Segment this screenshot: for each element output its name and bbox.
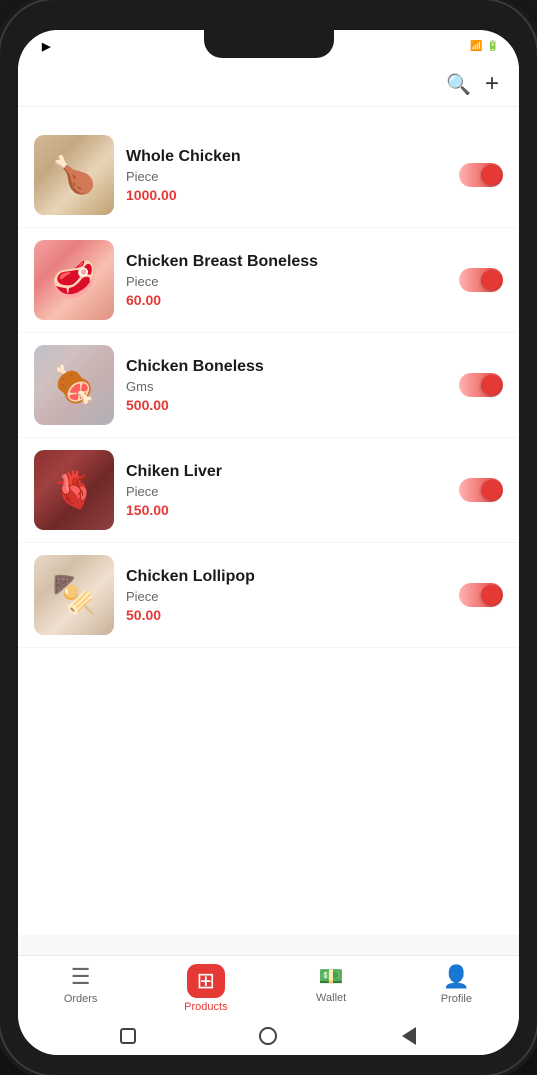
product-toggle-container (459, 373, 503, 397)
nav-icon-orders: ☰ (71, 964, 91, 990)
nav-icon-profile: 👤 (443, 964, 470, 990)
product-toggle[interactable] (459, 268, 503, 292)
product-info: Whole Chicken Piece 1000.00 (126, 148, 447, 203)
app-header: 🔍 + (18, 58, 519, 107)
product-image: 🍗 (34, 135, 114, 215)
product-image: 🥩 (34, 240, 114, 320)
food-image-icon: 🍗 (34, 135, 114, 215)
product-toggle-container (459, 478, 503, 502)
product-unit: Piece (126, 484, 447, 499)
list-spacer (18, 935, 519, 955)
product-item: 🍖 Chicken Boneless Gms 500.00 (18, 333, 519, 438)
system-home-button[interactable] (257, 1025, 279, 1047)
nav-icon-products: ⊞ (197, 968, 215, 993)
product-info: Chicken Boneless Gms 500.00 (126, 358, 447, 413)
nav-label-products: Products (184, 1001, 227, 1013)
product-name: Whole Chicken (126, 148, 447, 166)
product-item: 🥩 Chicken Breast Boneless Piece 60.00 (18, 228, 519, 333)
product-price: 60.00 (126, 292, 447, 308)
product-unit: Gms (126, 379, 447, 394)
header-actions: 🔍 + (432, 70, 499, 98)
phone-screen: ▶ 📶 🔋 🔍 + 🍗 (18, 30, 519, 1055)
nav-label-wallet: Wallet (316, 992, 346, 1004)
nav-item-wallet[interactable]: 💵 Wallet (269, 964, 394, 1013)
signal-icon: 📶 (470, 41, 482, 52)
product-toggle[interactable] (459, 478, 503, 502)
search-icon[interactable]: 🔍 (446, 72, 471, 97)
product-list[interactable]: 🍗 Whole Chicken Piece 1000.00 🥩 Chicken … (18, 123, 519, 935)
product-price: 50.00 (126, 607, 447, 623)
product-image: 🍖 (34, 345, 114, 425)
product-info: Chicken Lollipop Piece 50.00 (126, 568, 447, 623)
product-name: Chicken Lollipop (126, 568, 447, 586)
nav-icon-wallet: 💵 (319, 964, 344, 989)
food-image-icon: 🍢 (34, 555, 114, 635)
battery-icon: 🔋 (487, 41, 499, 52)
product-price: 150.00 (126, 502, 447, 518)
status-left: ▶ (38, 40, 50, 53)
product-unit: Piece (126, 589, 447, 604)
product-image: 🫀 (34, 450, 114, 530)
food-image-icon: 🍖 (34, 345, 114, 425)
bottom-nav: ☰ Orders ⊞ Products 💵 Wallet 👤 Profile (18, 955, 519, 1019)
system-nav (18, 1019, 519, 1055)
product-toggle-container (459, 268, 503, 292)
product-price: 500.00 (126, 397, 447, 413)
product-name: Chicken Boneless (126, 358, 447, 376)
phone-shell: ▶ 📶 🔋 🔍 + 🍗 (0, 0, 537, 1075)
product-item: 🍗 Whole Chicken Piece 1000.00 (18, 123, 519, 228)
product-toggle[interactable] (459, 163, 503, 187)
nav-item-orders[interactable]: ☰ Orders (18, 964, 143, 1013)
product-image: 🍢 (34, 555, 114, 635)
status-right: 📶 🔋 (466, 41, 499, 52)
product-item: 🫀 Chiken Liver Piece 150.00 (18, 438, 519, 543)
product-price: 1000.00 (126, 187, 447, 203)
system-back-button[interactable] (398, 1025, 420, 1047)
product-toggle[interactable] (459, 373, 503, 397)
food-image-icon: 🫀 (34, 450, 114, 530)
products-count (18, 107, 519, 123)
product-name: Chiken Liver (126, 463, 447, 481)
product-unit: Piece (126, 274, 447, 289)
product-toggle-container (459, 583, 503, 607)
system-recent-button[interactable] (117, 1025, 139, 1047)
nav-label-profile: Profile (441, 993, 472, 1005)
product-info: Chicken Breast Boneless Piece 60.00 (126, 253, 447, 308)
notch (204, 30, 334, 58)
youtube-icon: ▶ (42, 40, 50, 53)
add-product-button[interactable]: + (485, 70, 499, 98)
nav-icon-active-bg: ⊞ (187, 964, 225, 998)
product-unit: Piece (126, 169, 447, 184)
food-image-icon: 🥩 (34, 240, 114, 320)
nav-item-profile[interactable]: 👤 Profile (394, 964, 519, 1013)
nav-item-products[interactable]: ⊞ Products (143, 964, 268, 1013)
nav-label-orders: Orders (64, 993, 98, 1005)
product-item: 🍢 Chicken Lollipop Piece 50.00 (18, 543, 519, 648)
product-name: Chicken Breast Boneless (126, 253, 447, 271)
product-toggle-container (459, 163, 503, 187)
product-toggle[interactable] (459, 583, 503, 607)
product-info: Chiken Liver Piece 150.00 (126, 463, 447, 518)
